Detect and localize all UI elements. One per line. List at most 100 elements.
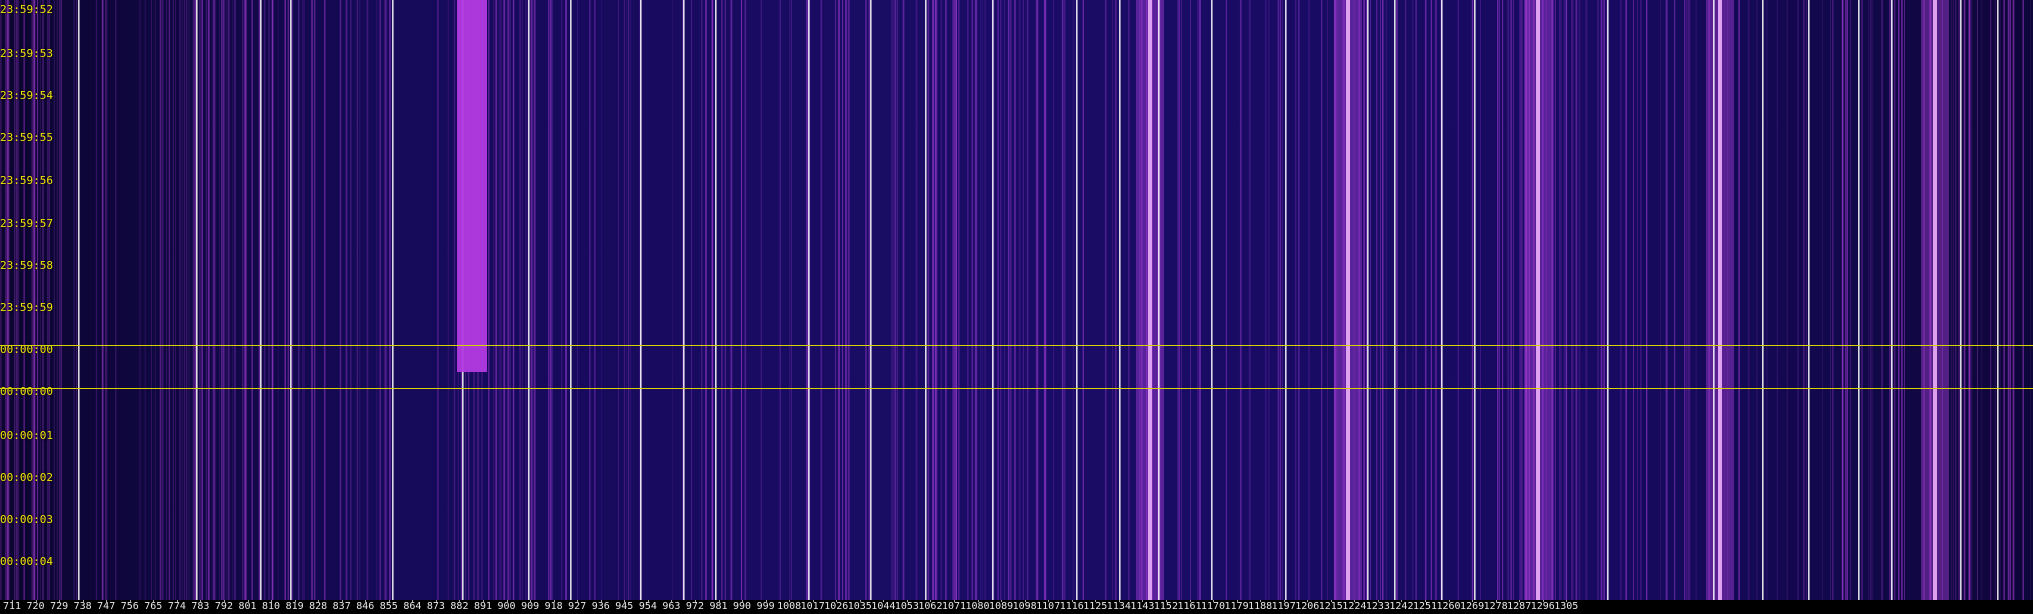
signal-trace [1265,0,1267,600]
signal-trace [525,0,527,600]
signal-trace [1898,0,1900,600]
carrier-line [1808,0,1810,600]
frequency-label: 1008 [777,601,802,612]
signal-trace [302,0,304,600]
signal-trace [1620,0,1622,600]
signal-trace [1861,0,1863,600]
carrier-line [1762,0,1764,600]
signal-trace [213,0,215,600]
signal-trace [323,0,326,600]
frequency-label: 774 [167,601,186,612]
signal-trace [1684,0,1686,600]
signal-trace [1786,0,1788,600]
frequency-label: 1116 [1059,601,1084,612]
signal-trace [618,0,619,600]
signal-trace [264,0,266,600]
signal-trace [155,0,156,600]
carrier-line [683,0,685,600]
signal-trace [2022,0,2024,600]
signal-trace [993,0,995,600]
signal-trace [208,0,210,600]
signal-trace [1498,0,1500,600]
frequency-label: 1287 [1507,601,1532,612]
signal-trace [842,0,844,600]
time-label: 00:00:01 [0,429,53,442]
signal-trace [144,0,146,600]
frequency-label: 918 [544,601,563,612]
signal-trace [56,0,58,600]
carrier-line [715,0,717,600]
signal-trace [1415,0,1417,600]
signal-trace [2007,0,2010,600]
signal-trace [984,0,986,600]
signal-trace [946,0,947,600]
signal-trace [221,0,222,600]
signal-trace [1363,0,1365,600]
frequency-label: 990 [733,601,752,612]
signal-trace [172,0,174,600]
signal-trace [2009,0,2011,600]
signal-trace [915,0,917,600]
signal-trace [721,0,723,600]
frequency-label: 1251 [1412,601,1438,612]
signal-trace [509,0,511,600]
frequency-label: 1071 [941,601,967,612]
frequency-label: 846 [356,601,375,612]
signal-trace [1308,0,1310,600]
signal-trace [1430,0,1432,600]
signal-trace [179,0,181,600]
frequency-label: 855 [379,601,398,612]
signal-trace [952,0,954,600]
signal-trace [893,0,895,600]
signal-trace [1197,0,1198,600]
signal-trace [1298,0,1300,600]
signal-trace [1007,0,1009,600]
signal-trace [629,0,632,600]
signal-trace [1200,0,1201,600]
signal-trace [760,0,762,600]
signal-trace [223,0,225,600]
signal-trace [724,0,726,600]
signal-trace [934,0,937,600]
signal-trace [193,0,196,600]
signal-trace [188,0,190,600]
signal-trace [1376,0,1378,600]
signal-trace [498,0,500,600]
signal-trace [303,0,305,600]
frequency-label: 1044 [871,601,896,612]
signal-trace [1756,0,1758,600]
carrier-line [196,0,198,600]
time-label: 23:59:57 [0,217,53,230]
frequency-label: 1152 [1153,601,1178,612]
signal-trace [1112,0,1114,600]
signal-trace [1600,0,1603,600]
signal-trace [1281,0,1283,600]
signal-trace [139,0,141,600]
signal-band-core [1346,0,1350,600]
time-label: 23:59:53 [0,47,53,60]
carrier-line [1891,0,1893,600]
frequency-label: 1242 [1389,601,1414,612]
signal-trace [225,0,227,600]
frequency-axis: 711 720 729 738 747 756 765 774 783 792 801 810 819 8… [0,600,2033,614]
frequency-label: 1161 [1177,601,1202,612]
signal-trace [1063,0,1066,600]
frequency-label: 972 [685,601,704,612]
time-label: 23:59:52 [0,3,53,16]
frequency-label: 1296 [1530,601,1555,612]
signal-trace [2030,0,2031,600]
signal-trace [551,0,553,600]
signal-trace [1575,0,1578,600]
frequency-label: 927 [568,601,587,612]
frequency-label: 999 [756,601,775,612]
signal-trace [251,0,252,600]
signal-trace [389,0,391,600]
frequency-label: 1134 [1106,601,1131,612]
signal-trace [1950,0,1952,600]
signal-trace [242,0,244,600]
signal-trace [1019,0,1021,600]
frequency-label: 1107 [1036,601,1061,612]
carrier-line [290,0,292,600]
signal-trace [183,0,186,600]
frequency-label: 1125 [1083,601,1108,612]
